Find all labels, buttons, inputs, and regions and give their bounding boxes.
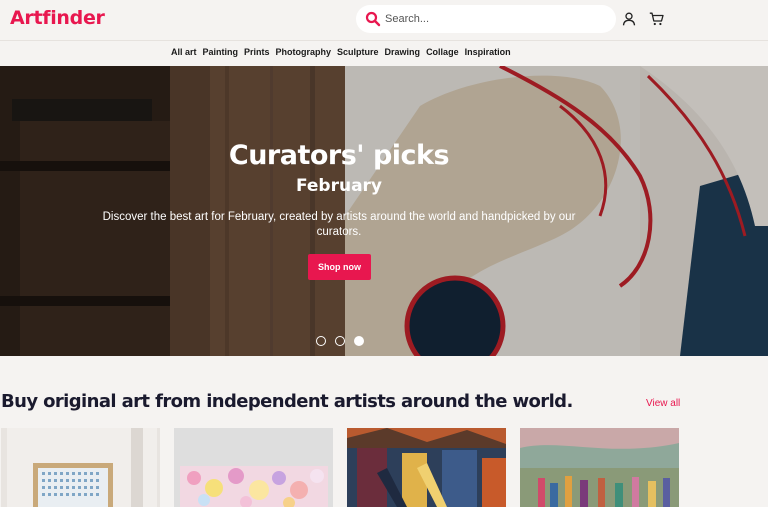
search-input[interactable] <box>385 9 605 29</box>
carousel-dot-3[interactable] <box>354 336 364 346</box>
hero-banner: Curators' picks February Discover the be… <box>0 66 768 356</box>
cart-icon[interactable] <box>649 12 664 26</box>
artwork-image[interactable] <box>174 428 333 507</box>
artwork-card[interactable] <box>520 428 679 507</box>
artwork-image[interactable] <box>347 428 506 507</box>
artwork-card[interactable] <box>174 428 333 507</box>
nav-item-prints[interactable]: Prints <box>244 47 270 57</box>
nav-item-collage[interactable]: Collage <box>426 47 459 57</box>
hero-title: Curators' picks <box>228 140 450 171</box>
artwork-card[interactable] <box>347 428 506 507</box>
carousel-dots <box>316 336 364 346</box>
search-box[interactable] <box>356 5 616 33</box>
search-icon[interactable] <box>365 11 381 27</box>
shop-now-button[interactable]: Shop now <box>308 254 371 280</box>
main-nav: All art Painting Prints Photography Scul… <box>0 40 768 66</box>
artwork-image[interactable] <box>520 428 679 507</box>
nav-item-all-art[interactable]: All art <box>171 47 197 57</box>
nav-item-inspiration[interactable]: Inspiration <box>465 47 511 57</box>
top-bar: Artfinder <box>0 0 768 40</box>
artfinder-logo[interactable]: Artfinder <box>10 7 105 29</box>
nav-item-painting[interactable]: Painting <box>203 47 239 57</box>
artwork-card[interactable] <box>1 428 160 507</box>
artwork-image[interactable] <box>1 428 160 507</box>
hero-subtitle: February <box>295 176 383 196</box>
section-title: Buy original art from independent artist… <box>1 391 573 412</box>
view-all-link[interactable]: View all <box>646 398 680 409</box>
hero-description: Discover the best art for February, crea… <box>102 211 576 238</box>
nav-items: All art Painting Prints Photography Scul… <box>171 47 511 57</box>
nav-item-photography[interactable]: Photography <box>276 47 332 57</box>
carousel-dot-2[interactable] <box>335 336 345 346</box>
carousel-dot-1[interactable] <box>316 336 326 346</box>
user-icon[interactable] <box>622 12 636 26</box>
nav-item-sculpture[interactable]: Sculpture <box>337 47 379 57</box>
nav-item-drawing[interactable]: Drawing <box>385 47 421 57</box>
